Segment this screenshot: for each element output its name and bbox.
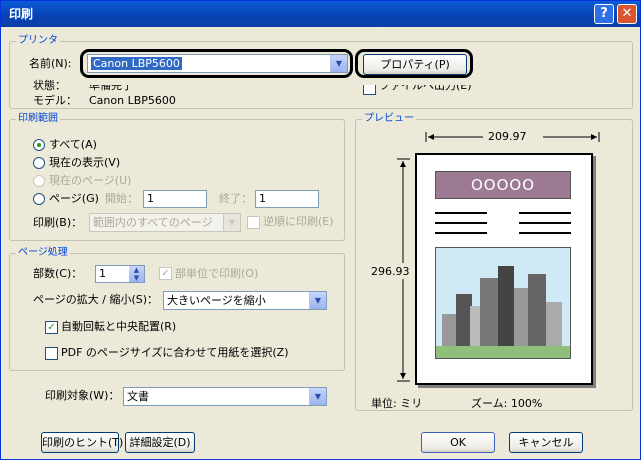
page-preview: OOOOO [415,153,593,385]
preview-sample-text: OOOOO [470,176,536,194]
preview-units: 単位: ミリ [371,397,423,410]
print-hints-button[interactable]: 印刷のヒント(T) [41,432,123,453]
preview-width: 209.97 [488,130,527,143]
preview-city-image [435,247,571,359]
advanced-button[interactable]: 詳細設定(D) [125,432,195,453]
preview-zoom: ズーム: 100% [471,397,543,410]
preview-header-block: OOOOO [435,171,571,199]
preview-height: 296.93 [371,265,410,278]
preview-text-lines [435,212,571,234]
cancel-button[interactable]: キャンセル [509,432,583,453]
ok-button[interactable]: OK [421,432,495,453]
print-dialog: 印刷 ? ✕ プリンタ 名前(N): Canon LBP5600 ▼ プロパティ… [0,0,641,460]
